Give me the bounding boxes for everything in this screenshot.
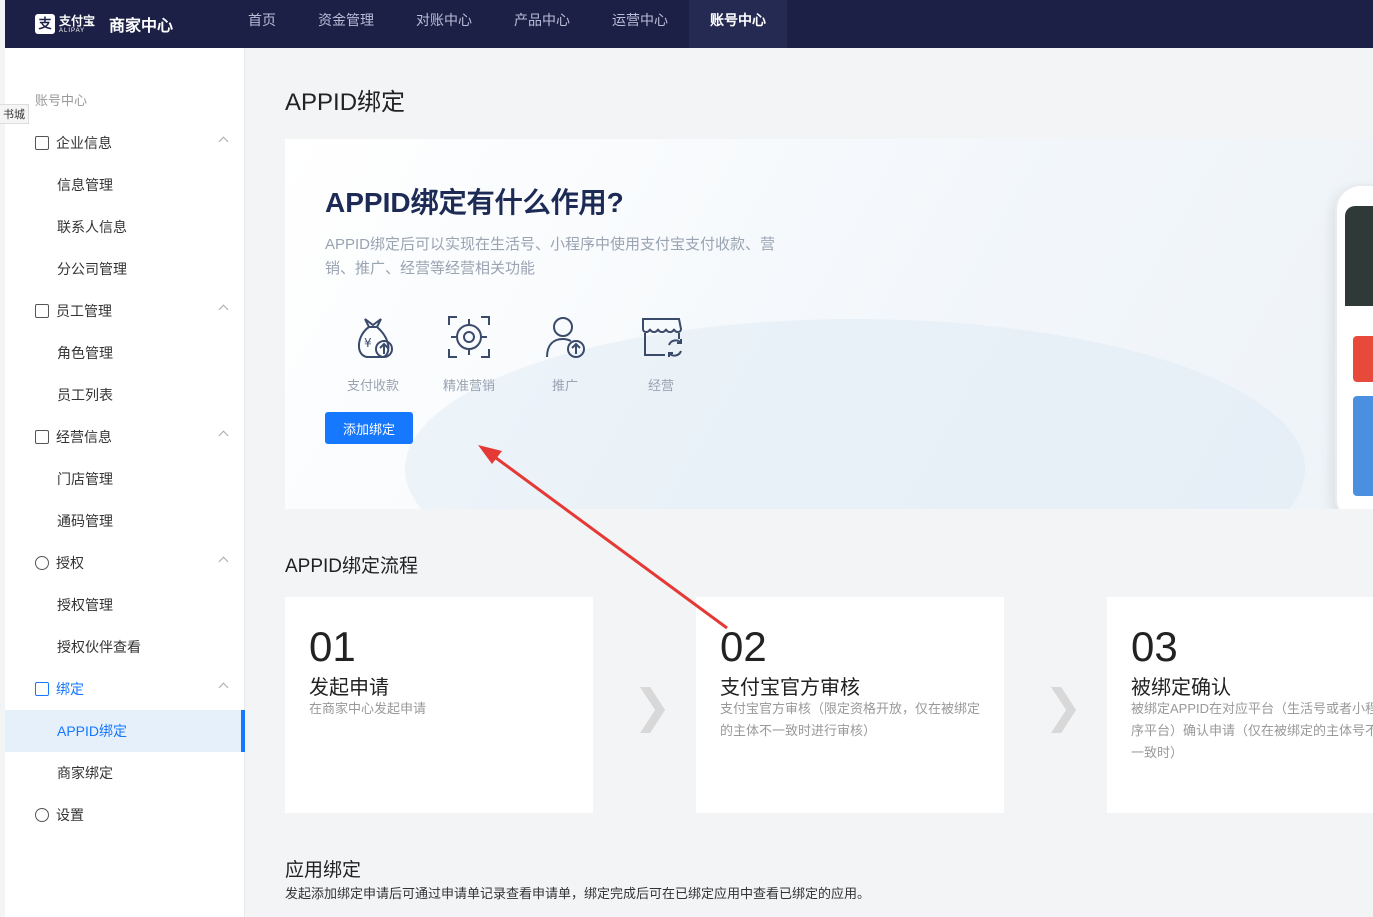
step-name: 支付宝官方审核 bbox=[720, 677, 860, 699]
sidebar-menu: 企业信息 信息管理 联系人信息 分公司管理 员工管理 角色管理 员工列表 经营信… bbox=[5, 122, 245, 836]
step-name: 被绑定确认 bbox=[1131, 677, 1231, 699]
shield-check-icon bbox=[35, 556, 49, 570]
step-description: 被绑定APPID在对应平台（生活号或者小程序平台）确认申请（仅在被绑定的主体号不… bbox=[1131, 701, 1373, 760]
hero-banner: APPID绑定有什么作用? APPID绑定后可以实现在生活号、小程序中使用支付宝… bbox=[285, 139, 1373, 509]
sidebar-item-auth-management[interactable]: 授权管理 bbox=[5, 584, 245, 626]
hero-description: APPID绑定后可以实现在生活号、小程序中使用支付宝支付收款、营销、推广、经营等… bbox=[325, 236, 776, 277]
step-description: 在商家中心发起申请 bbox=[309, 701, 427, 716]
feature-label: 经营 bbox=[647, 378, 674, 393]
step-number: 03 bbox=[1131, 623, 1178, 670]
logo-text-en: ALIPAY bbox=[59, 27, 86, 34]
sidebar-item-label: 经营信息 bbox=[56, 429, 112, 445]
svg-text:¥: ¥ bbox=[364, 336, 372, 350]
step-description: 支付宝官方审核（限定资格开放，仅在被绑定的主体不一致时进行审核） bbox=[720, 701, 981, 738]
feature-promotion: 推广 bbox=[517, 311, 613, 394]
sidebar-group-business-info[interactable]: 经营信息 bbox=[5, 416, 245, 458]
target-icon bbox=[448, 316, 490, 358]
brand[interactable]: 支 支付宝 ALIPAY 商家中心 bbox=[5, 12, 227, 36]
floating-tag[interactable]: 书城 bbox=[0, 104, 29, 124]
sidebar-item-roles[interactable]: 角色管理 bbox=[5, 332, 245, 374]
binding-flow-steps: 01 发起申请 在商家中心发起申请 ❯ 02 支付宝官方审核 支付宝官方审核（限… bbox=[285, 597, 1373, 813]
apply-section-title: 应用绑定 bbox=[285, 860, 362, 881]
sidebar-item-universal-code[interactable]: 通码管理 bbox=[5, 500, 245, 542]
bind-icon bbox=[35, 682, 49, 696]
phone-red-card bbox=[1353, 336, 1373, 382]
page-title: APPID绑定 bbox=[285, 89, 406, 116]
sidebar-item-label: 绑定 bbox=[56, 681, 84, 697]
step-number: 01 bbox=[309, 623, 356, 670]
feature-operation: 经营 bbox=[613, 311, 709, 394]
main-nav: 首页 资金管理 对账中心 产品中心 运营中心 账号中心 bbox=[227, 0, 787, 48]
sidebar-item-label: 企业信息 bbox=[56, 135, 112, 151]
step-name: 发起申请 bbox=[309, 677, 389, 699]
sidebar-group-company-info[interactable]: 企业信息 bbox=[5, 122, 245, 164]
apply-section-description: 发起添加绑定申请后可通过申请单记录查看申请单，绑定完成后可在已绑定应用中查看已绑… bbox=[285, 886, 871, 901]
nav-item-reconciliation[interactable]: 对账中心 bbox=[395, 0, 493, 48]
chevron-up-icon bbox=[218, 682, 229, 693]
phone-screen bbox=[1345, 206, 1373, 306]
id-card-icon bbox=[35, 136, 49, 150]
step-card-2: 02 支付宝官方审核 支付宝官方审核（限定资格开放，仅在被绑定的主体不一致时进行… bbox=[696, 597, 1004, 813]
feature-label: 支付收款 bbox=[346, 378, 399, 393]
sidebar-item-staff-list[interactable]: 员工列表 bbox=[5, 374, 245, 416]
step-card-3: 03 被绑定确认 被绑定APPID在对应平台（生活号或者小程序平台）确认申请（仅… bbox=[1107, 597, 1373, 813]
alipay-logo-icon: 支 bbox=[35, 14, 55, 34]
nav-item-operations[interactable]: 运营中心 bbox=[591, 0, 689, 48]
sidebar-item-settings[interactable]: 设置 bbox=[5, 794, 245, 836]
gear-icon bbox=[35, 808, 49, 822]
sidebar-item-contacts[interactable]: 联系人信息 bbox=[5, 206, 245, 248]
nav-item-products[interactable]: 产品中心 bbox=[493, 0, 591, 48]
chevron-up-icon bbox=[218, 136, 229, 147]
nav-item-funds[interactable]: 资金管理 bbox=[297, 0, 395, 48]
sidebar-item-stores[interactable]: 门店管理 bbox=[5, 458, 245, 500]
chevron-up-icon bbox=[218, 430, 229, 441]
step-card-1: 01 发起申请 在商家中心发起申请 bbox=[285, 597, 593, 813]
chevron-up-icon bbox=[218, 556, 229, 567]
store-icon bbox=[642, 318, 683, 357]
main-content: APPID绑定 APPID绑定有什么作用? APPID绑定后可以实现在生活号、小… bbox=[246, 48, 1373, 917]
add-binding-button[interactable]: 添加绑定 bbox=[325, 412, 413, 444]
step-number: 02 bbox=[720, 623, 767, 670]
sidebar-group-staff[interactable]: 员工管理 bbox=[5, 290, 245, 332]
feature-list: ¥ 支付收款 精准营销 推广 经营 bbox=[325, 311, 709, 394]
sidebar-group-binding[interactable]: 绑定 bbox=[5, 668, 245, 710]
logo-text-cn: 支付宝 bbox=[59, 13, 96, 28]
flow-section-title: APPID绑定流程 bbox=[285, 556, 419, 577]
sidebar-item-label: 员工管理 bbox=[56, 303, 112, 319]
sidebar-heading: 账号中心 bbox=[35, 93, 88, 108]
sidebar-item-label: 设置 bbox=[56, 807, 84, 823]
top-navigation-bar: 支 支付宝 ALIPAY 商家中心 首页 资金管理 对账中心 产品中心 运营中心… bbox=[5, 0, 1373, 48]
staff-icon bbox=[35, 304, 49, 318]
feature-label: 推广 bbox=[551, 378, 578, 393]
feature-label: 精准营销 bbox=[442, 378, 495, 393]
money-bag-icon: ¥ bbox=[358, 318, 393, 358]
user-up-icon bbox=[546, 317, 585, 358]
nav-item-account[interactable]: 账号中心 bbox=[689, 0, 787, 48]
chevron-right-icon: ❯ bbox=[633, 680, 672, 732]
sidebar-item-auth-partners[interactable]: 授权伙伴查看 bbox=[5, 626, 245, 668]
sidebar-item-appid-binding[interactable]: APPID绑定 bbox=[5, 710, 245, 752]
phone-illustration bbox=[1335, 184, 1373, 509]
hero-title: APPID绑定有什么作用? bbox=[325, 187, 624, 218]
sidebar-item-info-management[interactable]: 信息管理 bbox=[5, 164, 245, 206]
feature-marketing: 精准营销 bbox=[421, 311, 517, 394]
nav-item-home[interactable]: 首页 bbox=[227, 0, 297, 48]
chevron-up-icon bbox=[218, 304, 229, 315]
sidebar-item-branches[interactable]: 分公司管理 bbox=[5, 248, 245, 290]
app-title: 商家中心 bbox=[109, 18, 174, 35]
chevron-right-icon: ❯ bbox=[1044, 680, 1083, 732]
sidebar-item-merchant-binding[interactable]: 商家绑定 bbox=[5, 752, 245, 794]
sidebar: 账号中心 书城 企业信息 信息管理 联系人信息 分公司管理 员工管理 角色管理 … bbox=[0, 48, 245, 917]
sidebar-item-label: 授权 bbox=[56, 555, 84, 571]
phone-blue-card bbox=[1353, 396, 1373, 496]
sidebar-group-authorization[interactable]: 授权 bbox=[5, 542, 245, 584]
business-info-icon bbox=[35, 430, 49, 444]
alipay-logo: 支 支付宝 ALIPAY bbox=[35, 14, 95, 34]
feature-payment: ¥ 支付收款 bbox=[325, 311, 421, 394]
